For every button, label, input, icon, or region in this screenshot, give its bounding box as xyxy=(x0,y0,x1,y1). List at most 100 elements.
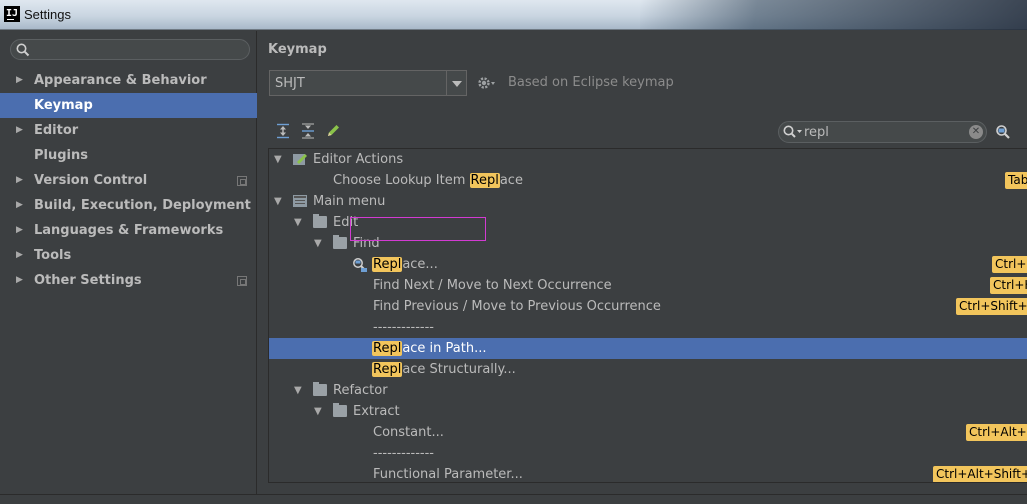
expand-arrow-icon: ▶ xyxy=(16,75,23,85)
sidebar-item-label: Keymap xyxy=(34,98,93,113)
main-menu-icon xyxy=(293,195,307,207)
clear-search-icon[interactable]: ✕ xyxy=(969,125,983,139)
sidebar-item-label: Build, Execution, Deployment xyxy=(34,198,251,213)
tree-node-label: Constant... xyxy=(373,425,444,440)
tree-node-edit[interactable]: ▼ Edit xyxy=(269,212,1027,233)
tree-node-label: Edit xyxy=(333,215,359,230)
label-suffix: ace xyxy=(499,173,523,188)
label-suffix: ace Structurally... xyxy=(402,362,516,377)
shortcut-badge: Ctrl+F xyxy=(992,256,1027,273)
collapse-arrow-icon[interactable]: ▼ xyxy=(274,191,282,212)
keymap-action-tree[interactable]: ▼ Editor Actions Choose Lookup Item Repl… xyxy=(268,148,1027,483)
tree-node-label: Replace Structurally... xyxy=(372,359,516,380)
tree-node-find-next[interactable]: Find Next / Move to Next Occurrence Ctrl… xyxy=(269,275,1027,296)
tree-node-functional-parameter[interactable]: Functional Parameter... Ctrl+Alt+Shift+P xyxy=(269,464,1027,482)
collapse-arrow-icon[interactable]: ▼ xyxy=(314,401,322,422)
separator-line: ------------- xyxy=(373,320,434,335)
tree-node-find-previous[interactable]: Find Previous / Move to Previous Occurre… xyxy=(269,296,1027,317)
search-match-highlight: Repl xyxy=(372,362,403,377)
collapse-all-icon[interactable] xyxy=(300,123,316,139)
search-match-highlight: Repl xyxy=(469,173,500,188)
collapse-arrow-icon[interactable]: ▼ xyxy=(274,149,282,170)
sidebar-item-other-settings[interactable]: ▶ Other Settings xyxy=(0,268,257,293)
shortcut-badge: Ctrl+Alt+C xyxy=(966,424,1027,441)
expand-all-icon[interactable] xyxy=(275,123,291,139)
search-match-highlight: Repl xyxy=(372,341,403,356)
tree-node-refactor[interactable]: ▼ Refactor xyxy=(269,380,1027,401)
tree-node-label: Replace in Path... xyxy=(372,338,487,359)
shortcut-badge: Ctrl+Shift+K xyxy=(956,298,1027,315)
page-title: Keymap xyxy=(268,42,327,57)
sidebar-item-tools[interactable]: ▶ Tools xyxy=(0,243,257,268)
sidebar-item-appearance-behavior[interactable]: ▶ Appearance & Behavior xyxy=(0,68,257,93)
sidebar-item-label: Tools xyxy=(34,248,72,263)
gear-icon[interactable] xyxy=(477,75,497,91)
tree-node-label: Functional Parameter... xyxy=(373,467,523,482)
keymap-filter-input[interactable]: repl ✕ xyxy=(778,121,987,143)
sidebar-item-keymap[interactable]: Keymap xyxy=(0,93,257,118)
sidebar-item-build-execution-deployment[interactable]: ▶ Build, Execution, Deployment xyxy=(0,193,257,218)
shortcut-badge: Tab xyxy=(1005,172,1027,189)
title-bar: IJ Settings xyxy=(0,0,1027,30)
tree-node-label: Find xyxy=(353,236,380,251)
sidebar-item-version-control[interactable]: ▶ Version Control xyxy=(0,168,257,193)
replace-action-icon xyxy=(353,258,367,272)
sidebar-item-plugins[interactable]: Plugins xyxy=(0,143,257,168)
collapse-arrow-icon[interactable]: ▼ xyxy=(314,233,322,254)
sidebar-item-label: Other Settings xyxy=(34,273,142,288)
label-suffix: ace in Path... xyxy=(402,341,487,356)
folder-icon xyxy=(333,403,347,417)
gear-dropdown-icon xyxy=(478,77,495,89)
chevron-down-icon[interactable] xyxy=(446,71,466,95)
title-bar-background xyxy=(640,0,1027,30)
tree-node-choose-lookup-item-replace[interactable]: Choose Lookup Item Replace Tab xyxy=(269,170,1027,191)
window-title: Settings xyxy=(24,7,71,22)
expand-arrow-icon: ▶ xyxy=(16,225,23,235)
label-prefix: Choose Lookup Item xyxy=(333,173,470,188)
tree-node-replace-structurally[interactable]: Replace Structurally... xyxy=(269,359,1027,380)
separator-line: ------------- xyxy=(373,446,434,461)
intellij-app-icon: IJ xyxy=(4,6,20,22)
based-on-label: Based on Eclipse keymap xyxy=(508,75,674,90)
expand-arrow-icon: ▶ xyxy=(16,250,23,260)
filter-value: repl xyxy=(804,125,829,140)
tree-node-label: Choose Lookup Item Replace xyxy=(333,170,523,191)
collapse-arrow-icon[interactable]: ▼ xyxy=(294,212,302,233)
tree-node-replace[interactable]: Replace... Ctrl+F xyxy=(269,254,1027,275)
sidebar-item-languages-frameworks[interactable]: ▶ Languages & Frameworks xyxy=(0,218,257,243)
sidebar-item-label: Plugins xyxy=(34,148,88,163)
project-settings-icon xyxy=(237,276,247,286)
keymap-select[interactable]: SHJT xyxy=(269,70,467,96)
search-match-highlight: Repl xyxy=(372,257,403,272)
tree-node-main-menu[interactable]: ▼ Main menu xyxy=(269,191,1027,212)
tree-node-label: Main menu xyxy=(313,194,386,209)
editor-actions-icon xyxy=(293,154,307,165)
collapse-arrow-icon[interactable]: ▼ xyxy=(294,380,302,401)
tree-node-editor-actions[interactable]: ▼ Editor Actions xyxy=(269,149,1027,170)
settings-search-input[interactable] xyxy=(10,39,250,60)
find-by-shortcut-icon[interactable] xyxy=(995,124,1011,140)
tree-node-label: Find Next / Move to Next Occurrence xyxy=(373,278,612,293)
shortcut-badge: Ctrl+Alt+Shift+P xyxy=(933,466,1027,482)
shortcut-badge: Ctrl+K xyxy=(990,277,1027,294)
label-suffix: ace... xyxy=(402,257,438,272)
sidebar-item-label: Version Control xyxy=(34,173,148,188)
keymap-panel: Keymap SHJT Based on Eclipse keymap repl… xyxy=(258,31,1027,494)
search-icon xyxy=(16,43,30,57)
sidebar-item-editor[interactable]: ▶ Editor xyxy=(0,118,257,143)
folder-icon xyxy=(333,235,347,249)
tree-node-constant[interactable]: Constant... Ctrl+Alt+C xyxy=(269,422,1027,443)
tree-node-find[interactable]: ▼ Find xyxy=(269,233,1027,254)
expand-arrow-icon: ▶ xyxy=(16,125,23,135)
settings-sidebar: ▶ Appearance & Behavior Keymap ▶ Editor … xyxy=(0,31,257,494)
tree-node-label: Find Previous / Move to Previous Occurre… xyxy=(373,299,661,314)
search-history-icon[interactable] xyxy=(782,124,804,140)
tree-node-extract[interactable]: ▼ Extract xyxy=(269,401,1027,422)
tree-node-label: Refactor xyxy=(333,383,388,398)
expand-arrow-icon: ▶ xyxy=(16,275,23,285)
folder-icon xyxy=(313,382,327,396)
tree-node-separator: ------------- xyxy=(269,443,1027,464)
edit-pencil-icon[interactable] xyxy=(325,123,341,139)
dialog-bottom-bar xyxy=(0,494,1027,504)
tree-node-replace-in-path[interactable]: Replace in Path... xyxy=(269,338,1027,359)
